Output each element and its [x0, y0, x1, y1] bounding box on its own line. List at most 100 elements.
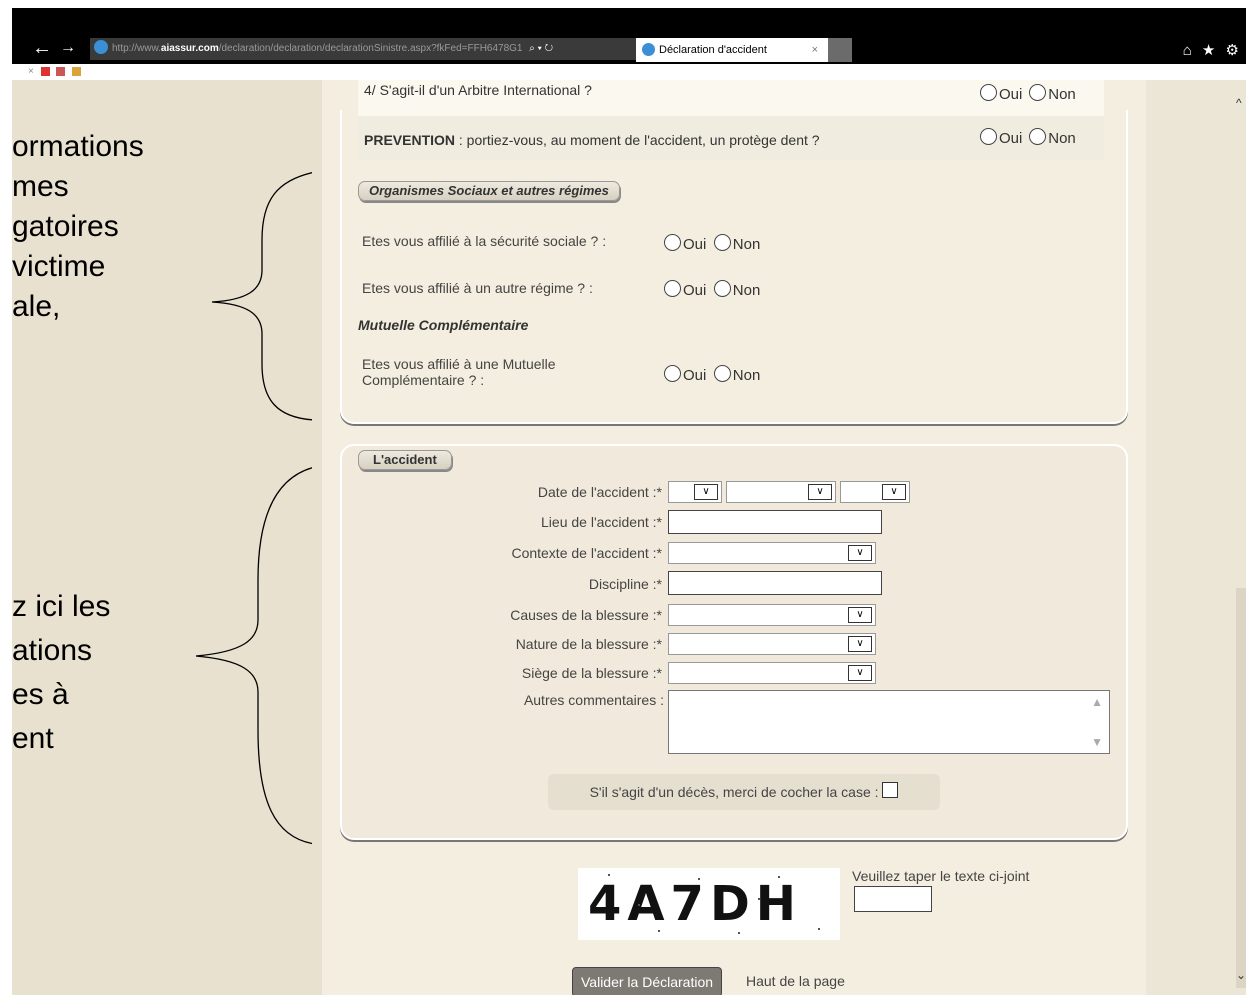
browser-titlebar: ← → http://www.aiassur.com/declaration/d…	[12, 8, 1246, 64]
option-label: Oui	[683, 236, 707, 253]
url-prefix: http://www.	[112, 43, 161, 54]
tab-declaration[interactable]: Déclaration d'accident ×	[636, 38, 828, 62]
forward-arrow-icon[interactable]: →	[60, 38, 76, 58]
annotation-braces	[195, 172, 312, 845]
edit-icon[interactable]	[72, 66, 82, 76]
scroll-up-arrow-icon[interactable]: ^	[1236, 96, 1242, 110]
commentaires-label: Autres commentaires :	[523, 692, 664, 708]
mutuelle-title: Mutuelle Complémentaire	[358, 317, 529, 333]
option-label: Non	[732, 236, 761, 253]
brace-top	[211, 172, 312, 421]
captcha-speck	[818, 928, 820, 930]
right-margin	[1146, 80, 1246, 995]
tab-title: Déclaration d'accident	[659, 44, 767, 56]
date-day-select[interactable]: ∨	[668, 481, 722, 503]
option-label: Non	[732, 282, 761, 299]
captcha-speck	[738, 932, 740, 934]
question-arbitre-label: 4/ S'agit-il d'un Arbitre International …	[364, 82, 592, 98]
arbitre-non-radio[interactable]	[1029, 84, 1047, 101]
url-path: /declaration/declaration/declarationSini…	[218, 43, 523, 54]
discipline-label: Discipline :*	[588, 576, 662, 592]
command-bar: ×	[12, 64, 1246, 80]
submit-button[interactable]: Valider la Déclaration	[572, 967, 723, 995]
secu-label: Etes vous affilié à la sécurité sociale …	[362, 233, 607, 249]
arbitre-oui-radio[interactable]	[980, 84, 997, 101]
autre-regime-label: Etes vous affilié à un autre régime ? :	[362, 280, 593, 296]
url-domain: aiassur.com	[160, 43, 219, 54]
captcha-image: 4A7DH	[578, 868, 840, 940]
date-year-select[interactable]: ∨	[840, 481, 910, 503]
address-controls-icon[interactable]: ⌕ ▾ ↻	[529, 43, 553, 54]
autre-regime-oui-radio[interactable]	[664, 280, 681, 297]
contexte-label: Contexte de l'accident :*	[511, 545, 662, 561]
lieu-input[interactable]	[668, 510, 882, 534]
commentaires-textarea[interactable]: ▲ ▼	[668, 690, 1110, 754]
home-favorites-settings-icons[interactable]: ⌂ ★ ⚙	[1183, 41, 1242, 59]
chevron-down-icon: ∨	[848, 636, 872, 652]
mutuelle-label-line: Complémentaire ? :	[362, 372, 485, 388]
autre-regime-non-radio[interactable]	[713, 280, 731, 297]
pdf-convert-icon[interactable]	[56, 66, 66, 76]
mutuelle-oui-radio[interactable]	[664, 365, 681, 382]
scroll-down-arrow-icon[interactable]: ⌄	[1236, 968, 1246, 982]
mutuelle-options: Oui Non	[664, 365, 763, 385]
date-label: Date de l'accident :*	[537, 484, 662, 500]
deces-label: S'il s'agit d'un décès, merci de cocher …	[589, 784, 879, 800]
mutuelle-label: Etes vous affilié à une Mutuelle Compléme…	[362, 356, 556, 388]
siege-select[interactable]: ∨	[668, 662, 876, 684]
option-label: Non	[1048, 86, 1076, 103]
back-arrow-icon[interactable]: ←	[32, 38, 52, 58]
autre-regime-options: Oui Non	[664, 280, 763, 300]
tab-close-icon[interactable]: ×	[812, 38, 818, 62]
contexte-select[interactable]: ∨	[668, 542, 876, 564]
nature-label: Nature de la blessure :*	[515, 636, 662, 652]
date-month-select[interactable]: ∨	[726, 481, 836, 503]
chevron-down-icon: ∨	[694, 484, 718, 500]
siege-label: Siège de la blessure :*	[521, 665, 662, 681]
option-label: Non	[732, 367, 761, 384]
ie-globe-icon	[94, 40, 108, 55]
captcha-speck	[608, 874, 610, 876]
close-bar-icon[interactable]: ×	[28, 66, 34, 77]
captcha-input[interactable]	[854, 886, 932, 912]
deces-box: S'il s'agit d'un décès, merci de cocher …	[548, 774, 940, 810]
chevron-down-icon: ∨	[848, 607, 872, 623]
accident-legend: L'accident	[358, 450, 452, 470]
discipline-input[interactable]	[668, 571, 882, 595]
chevron-down-icon: ∨	[848, 665, 872, 681]
arbitre-options: Oui Non	[980, 84, 1079, 103]
option-label: Oui	[683, 367, 707, 384]
causes-label: Causes de la blessure :*	[510, 607, 662, 623]
brace-bottom	[195, 467, 312, 845]
captcha-speck	[758, 898, 760, 900]
chevron-down-icon: ∨	[882, 484, 906, 500]
captcha-speck	[778, 876, 780, 878]
captcha-speck	[658, 930, 660, 932]
chevron-down-icon: ∨	[808, 484, 832, 500]
secu-non-radio[interactable]	[713, 234, 731, 251]
page-content: 4/ S'agit-il d'un Arbitre International …	[322, 80, 1146, 995]
ie-tab-icon	[642, 42, 655, 56]
captcha-speck	[698, 878, 700, 880]
browser-window: ← → http://www.aiassur.com/declaration/d…	[12, 8, 1246, 995]
lieu-label: Lieu de l'accident :*	[541, 514, 662, 530]
scrollbar-thumb[interactable]	[1236, 588, 1246, 988]
causes-select[interactable]: ∨	[668, 604, 876, 626]
chevron-down-icon: ∨	[848, 545, 872, 561]
mutuelle-non-radio[interactable]	[713, 365, 731, 382]
back-to-top-link[interactable]: Haut de la page	[746, 973, 845, 989]
secu-oui-radio[interactable]	[664, 234, 681, 251]
scroll-up-icon[interactable]: ▲	[1091, 695, 1103, 709]
pdf-icon[interactable]	[40, 66, 50, 76]
new-tab-button[interactable]	[828, 38, 852, 62]
nature-select[interactable]: ∨	[668, 633, 876, 655]
address-bar[interactable]: http://www.aiassur.com/declaration/decla…	[90, 38, 638, 60]
deces-checkbox[interactable]	[882, 782, 899, 798]
captcha-hint: Veuillez taper le texte ci-joint	[852, 868, 1030, 884]
mutuelle-label-line: Etes vous affilié à une Mutuelle	[362, 356, 556, 372]
secu-options: Oui Non	[664, 234, 763, 254]
captcha-text: 4A7DH	[588, 876, 802, 932]
option-label: Oui	[683, 282, 707, 299]
organismes-legend: Organismes Sociaux et autres régimes	[358, 181, 620, 201]
scroll-down-icon[interactable]: ▼	[1091, 735, 1103, 749]
